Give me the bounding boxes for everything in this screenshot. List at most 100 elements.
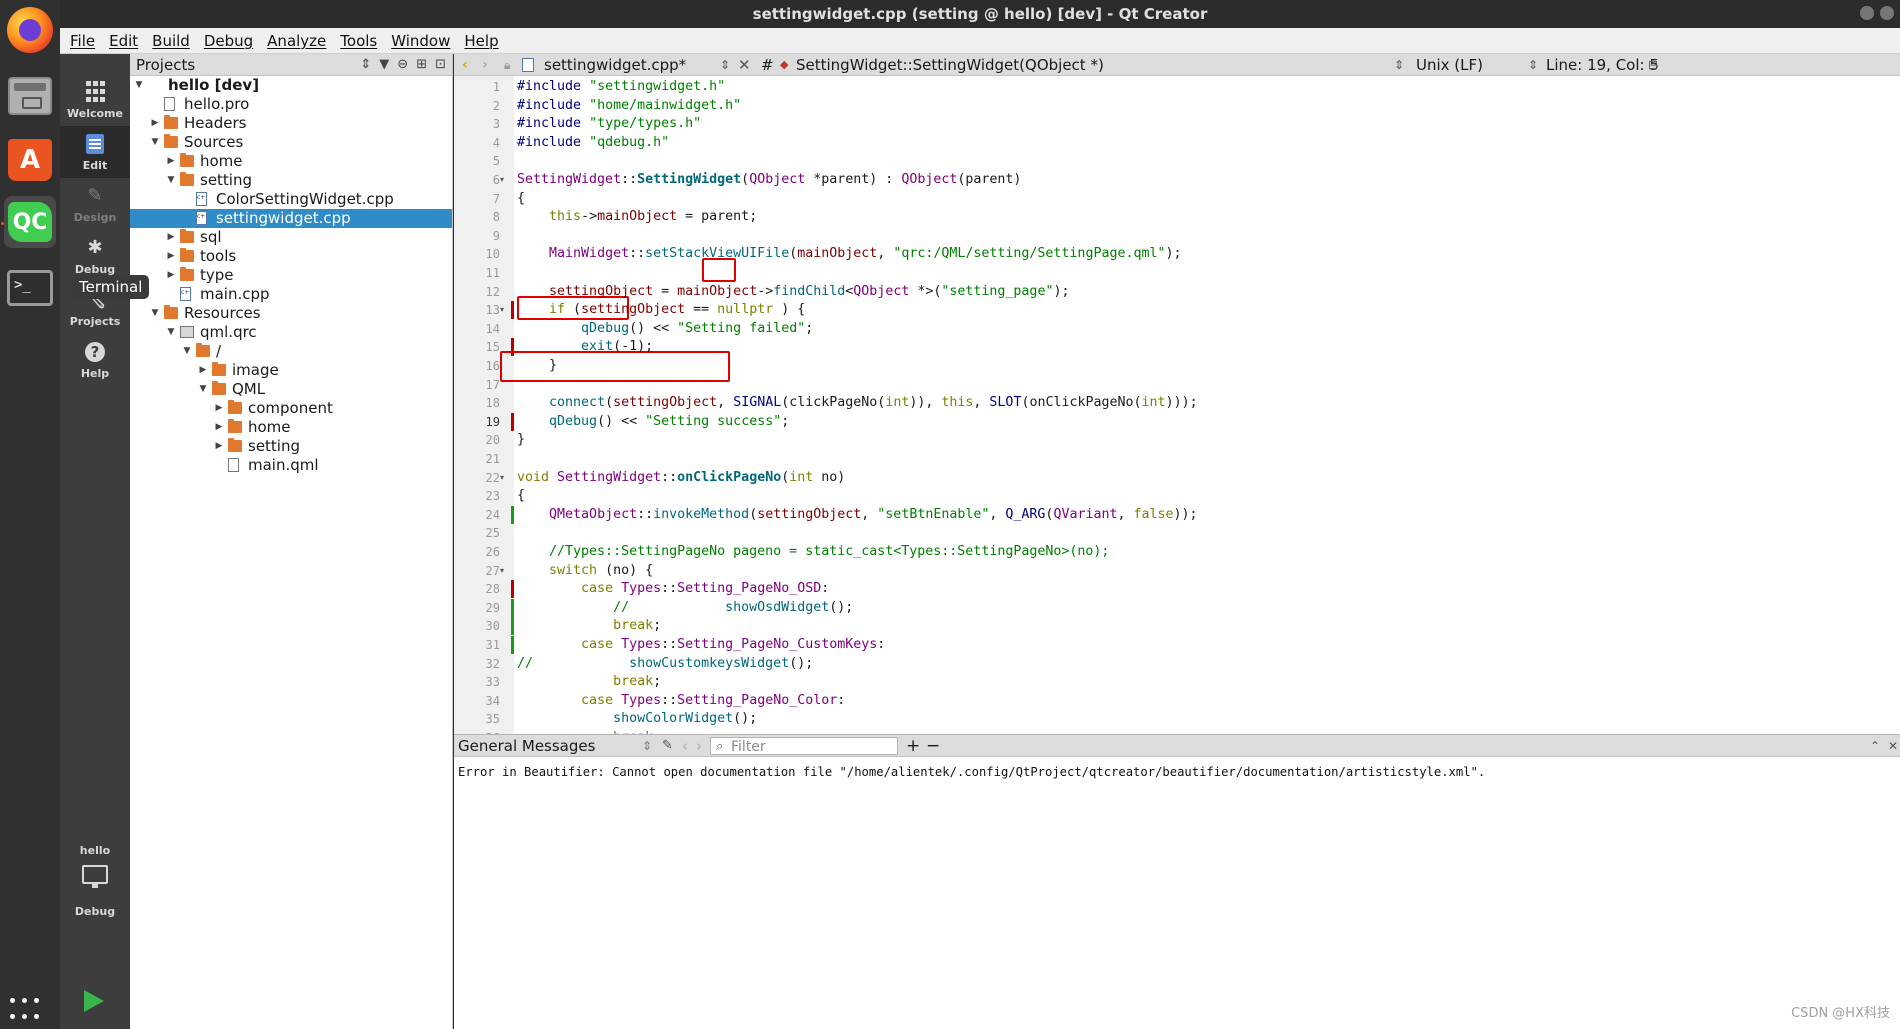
expanded-arrow-icon[interactable]: ▼ <box>150 304 160 323</box>
collapsed-arrow-icon[interactable]: ▶ <box>150 114 160 133</box>
fold-marker-icon[interactable]: ▾ <box>500 171 504 189</box>
sort-icon[interactable]: ⇕ <box>360 57 371 72</box>
tree-item[interactable]: settingwidget.cpp <box>130 209 452 228</box>
tree-item[interactable]: ▶ home <box>130 418 452 437</box>
tree-item[interactable]: ▼ Resources <box>130 304 452 323</box>
tree-item[interactable]: main.qml <box>130 456 452 475</box>
forward-icon[interactable]: › <box>482 54 488 76</box>
tree-item[interactable]: ▼ / <box>130 342 452 361</box>
menu-window[interactable]: Window <box>391 32 450 50</box>
tree-item[interactable]: ▶ sql <box>130 228 452 247</box>
prev-icon[interactable]: ‹ <box>682 735 688 757</box>
code-token: , <box>877 246 894 262</box>
code-area[interactable]: #include "settingwidget.h" #include "home… <box>500 76 1900 745</box>
collapsed-arrow-icon[interactable]: ▶ <box>214 437 224 456</box>
close-file-icon[interactable]: ✕ <box>738 54 751 76</box>
file-dropdown-icon[interactable]: ⇕ <box>720 54 730 76</box>
tree-item-label: Resources <box>184 304 261 322</box>
fold-marker-icon[interactable]: ▾ <box>500 301 504 319</box>
tree-item[interactable]: ▼ Sources <box>130 133 452 152</box>
close-pane-icon[interactable]: ✕ <box>1888 735 1898 757</box>
expanded-arrow-icon[interactable]: ▼ <box>166 171 176 190</box>
line-ending-dropdown-icon[interactable]: ⇕ <box>1528 54 1538 76</box>
collapsed-arrow-icon[interactable]: ▶ <box>166 266 176 285</box>
run-icon[interactable] <box>84 990 104 1012</box>
collapsed-arrow-icon[interactable]: ▶ <box>166 152 176 171</box>
software-icon[interactable]: A <box>4 134 56 186</box>
expanded-arrow-icon[interactable]: ▼ <box>166 323 176 342</box>
tree-item[interactable]: ▶ Headers <box>130 114 452 133</box>
close-panel-icon[interactable]: ⊡ <box>435 57 446 72</box>
mode-design[interactable]: ✎ Design <box>60 178 130 230</box>
next-icon[interactable]: › <box>696 735 702 757</box>
tree-item[interactable]: ColorSettingWidget.cpp <box>130 190 452 209</box>
firefox-icon[interactable] <box>4 4 56 56</box>
add-output-button[interactable]: + <box>906 735 920 757</box>
tree-item[interactable]: hello.pro <box>130 95 452 114</box>
cursor-position[interactable]: Line: 19, Col: 5 <box>1546 54 1659 76</box>
projects-title[interactable]: Projects <box>136 56 195 74</box>
tree-item[interactable]: ▶ setting <box>130 437 452 456</box>
filter-icon[interactable]: ▼ <box>379 57 389 72</box>
window-titlebar[interactable]: settingwidget.cpp (setting @ hello) [dev… <box>60 0 1900 28</box>
symbol-selector[interactable]: SettingWidget::SettingWidget(QObject *) <box>796 54 1104 76</box>
tree-item[interactable]: ▶ type <box>130 266 452 285</box>
tree-item[interactable]: ▼ setting <box>130 171 452 190</box>
code-token: , <box>1117 506 1134 522</box>
filter-input[interactable]: Filter <box>710 737 898 755</box>
code-token: Types <box>621 692 662 708</box>
tree-item[interactable]: ▼ qml.qrc <box>130 323 452 342</box>
output-dropdown-icon[interactable]: ⇕ <box>642 735 652 757</box>
clear-icon[interactable]: ✎ <box>662 735 673 757</box>
menu-build[interactable]: Build <box>152 32 190 50</box>
collapsed-arrow-icon[interactable]: ▶ <box>214 418 224 437</box>
show-applications-icon[interactable] <box>10 998 46 1024</box>
expanded-arrow-icon[interactable]: ▼ <box>150 133 160 152</box>
expanded-arrow-icon[interactable]: ▼ <box>198 380 208 399</box>
tree-item[interactable]: ▼ hello [dev] <box>130 76 452 95</box>
tree-item[interactable]: main.cpp <box>130 285 452 304</box>
kit-selector[interactable]: hello <box>60 844 130 888</box>
collapsed-arrow-icon[interactable]: ▶ <box>214 399 224 418</box>
split-editor-icon[interactable]: ⊟ <box>1648 54 1658 76</box>
maximize-icon[interactable] <box>1880 6 1894 20</box>
maximize-pane-icon[interactable]: ⌃ <box>1870 735 1880 757</box>
mode-edit[interactable]: Edit <box>60 126 130 178</box>
qt-creator-icon[interactable]: QC <box>4 196 56 248</box>
expanded-arrow-icon[interactable]: ▼ <box>134 76 144 95</box>
output-title[interactable]: General Messages <box>458 735 595 757</box>
split-icon[interactable]: ⊞ <box>416 57 427 72</box>
collapsed-arrow-icon[interactable]: ▶ <box>166 247 176 266</box>
expanded-arrow-icon[interactable]: ▼ <box>182 342 192 361</box>
code-token: } <box>517 432 526 448</box>
symbol-dropdown-icon[interactable]: ⇕ <box>1394 54 1404 76</box>
menu-debug[interactable]: Debug <box>204 32 253 50</box>
minimize-icon[interactable] <box>1860 6 1874 20</box>
code-token: "qdebug.h" <box>589 134 670 150</box>
tree-item[interactable]: ▶ home <box>130 152 452 171</box>
tree-item[interactable]: ▼ QML <box>130 380 452 399</box>
menu-tools[interactable]: Tools <box>340 32 377 50</box>
collapsed-arrow-icon[interactable]: ▶ <box>166 228 176 247</box>
menu-analyze[interactable]: Analyze <box>267 32 326 50</box>
code-token: = parent; <box>677 209 758 225</box>
menu-file[interactable]: File <box>70 32 95 50</box>
collapsed-arrow-icon[interactable]: ▶ <box>198 361 208 380</box>
fold-marker-icon[interactable]: ▾ <box>500 469 504 487</box>
back-icon[interactable]: ‹ <box>462 54 468 76</box>
tree-item[interactable]: ▶ component <box>130 399 452 418</box>
remove-output-button[interactable]: − <box>926 735 940 757</box>
terminal-icon[interactable]: >_ <box>4 262 56 314</box>
tree-item[interactable]: ▶ tools <box>130 247 452 266</box>
tree-item[interactable]: ▶ image <box>130 361 452 380</box>
link-icon[interactable]: ⊖ <box>397 57 408 72</box>
files-icon[interactable] <box>4 70 56 122</box>
line-ending-selector[interactable]: Unix (LF) <box>1416 54 1483 76</box>
mode-help[interactable]: ? Help <box>60 334 130 386</box>
fold-marker-icon[interactable]: ▾ <box>500 562 504 580</box>
menu-help[interactable]: Help <box>464 32 498 50</box>
menu-edit[interactable]: Edit <box>109 32 138 50</box>
file-tab[interactable]: settingwidget.cpp* <box>544 54 686 76</box>
mode-welcome[interactable]: Welcome <box>60 74 130 126</box>
